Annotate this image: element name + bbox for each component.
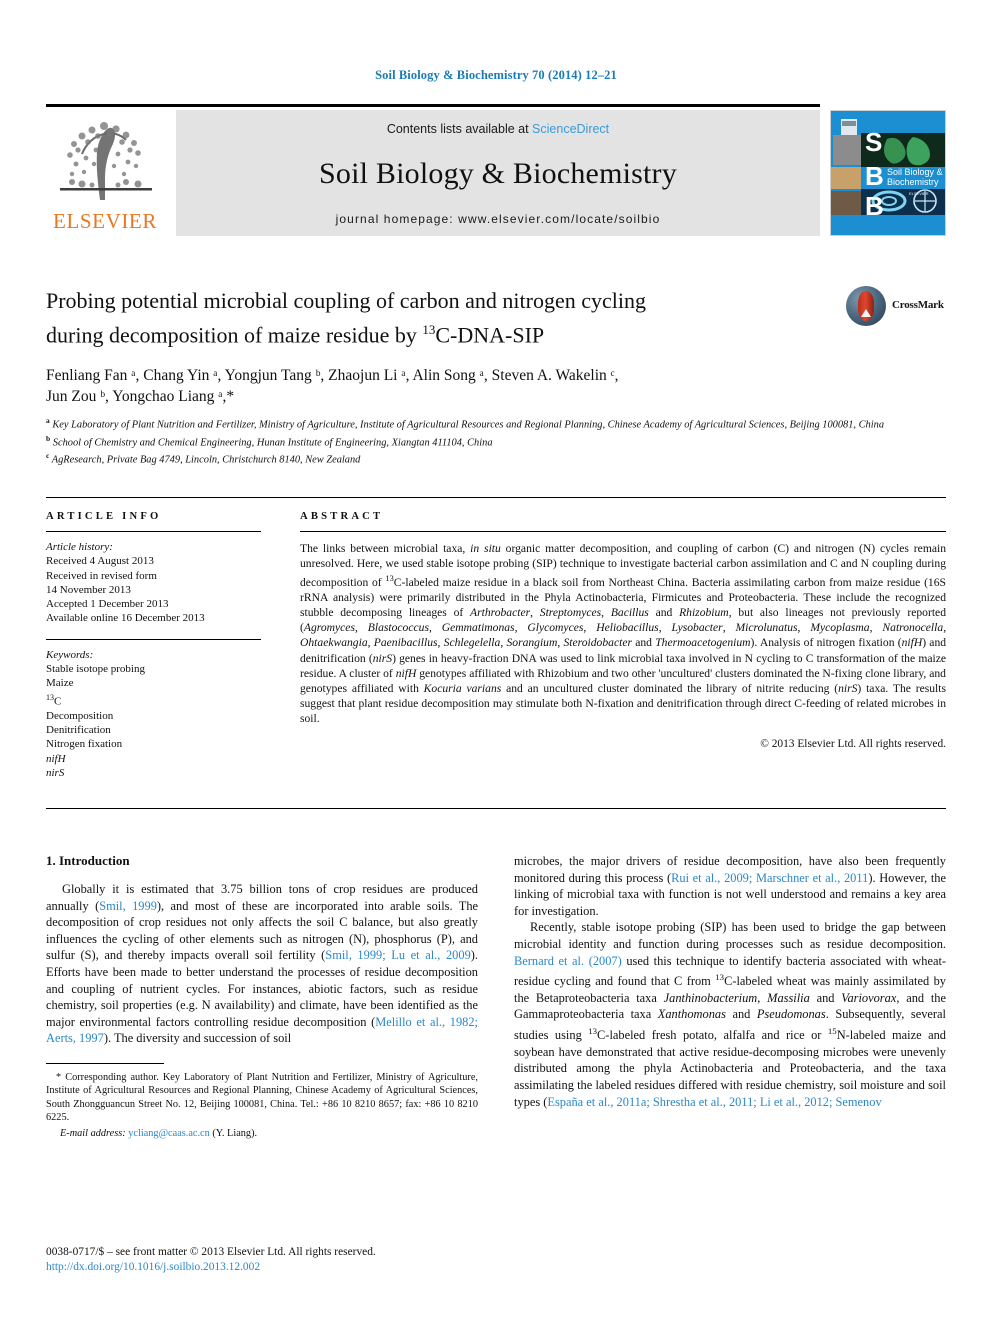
keyword-item: nifH xyxy=(46,752,66,765)
elsevier-logo: ELSEVIER xyxy=(46,110,164,236)
frame-bottom-rule xyxy=(46,808,946,809)
history-item: Received in revised form xyxy=(46,569,157,582)
svg-text:ELSEVIER: ELSEVIER xyxy=(909,191,929,196)
corresponding-author-footnote: * Corresponding author. Key Laboratory o… xyxy=(46,1071,478,1140)
title-line-2-post: C-DNA-SIP xyxy=(435,322,545,348)
abstract-heading: ABSTRACT xyxy=(300,511,384,522)
abstract-text: The links between microbial taxa, in sit… xyxy=(300,542,947,725)
keyword-item: Decomposition xyxy=(46,709,114,722)
citation-link[interactable]: Rui et al., 2009; Marschner et al., 2011 xyxy=(671,871,868,885)
svg-text:B: B xyxy=(865,161,884,191)
section-heading-introduction: 1. Introduction xyxy=(46,853,130,868)
keyword-item: Denitrification xyxy=(46,723,111,736)
author-line-1: Fenliang Fan ᵃ, Chang Yin ᵃ, Yongjun Tan… xyxy=(46,367,619,385)
history-item: 14 November 2013 xyxy=(46,583,131,596)
journal-cover-thumbnail: S B B Soil Biology & Biochemistry ELSEVI… xyxy=(830,110,946,236)
crossmark-badge-group[interactable]: CrossMark xyxy=(846,286,946,328)
affiliation-b-text: School of Chemistry and Chemical Enginee… xyxy=(52,437,493,449)
title-line-1: Probing potential microbial coupling of … xyxy=(46,288,646,313)
journal-homepage[interactable]: journal homepage: www.elsevier.com/locat… xyxy=(336,212,661,226)
svg-text:B: B xyxy=(865,191,884,221)
keyword-item: Maize xyxy=(46,677,74,690)
running-head: Soil Biology & Biochemistry 70 (2014) 12… xyxy=(375,68,617,82)
email-label: E-mail address: xyxy=(60,1127,126,1139)
journal-masthead: ELSEVIER Contents lists available at Sci… xyxy=(46,104,946,236)
intro-paragraph-2: Recently, stable isotope probing (SIP) h… xyxy=(514,920,947,1109)
keyword-sup-13: 13 xyxy=(46,692,54,702)
issn-front-matter: 0038-0717/$ – see front matter © 2013 El… xyxy=(46,1246,376,1258)
imprint-block: 0038-0717/$ – see front matter © 2013 El… xyxy=(46,1245,546,1275)
elsevier-tree-icon xyxy=(52,114,158,206)
article-info-heading: ARTICLE INFO xyxy=(46,511,162,522)
contents-prefix: Contents lists available at xyxy=(386,122,533,136)
affiliation-a: a Key Laboratory of Plant Nutrition and … xyxy=(46,414,946,432)
article-history-label: Article history: xyxy=(46,541,113,553)
title-line-2-pre: during decomposition of maize residue by xyxy=(46,322,423,348)
keyword-item: Stable isotope probing xyxy=(46,663,145,676)
sciencedirect-link[interactable]: ScienceDirect xyxy=(532,122,609,136)
abstract-rule xyxy=(300,531,946,532)
author-list: Fenliang Fan ᵃ, Chang Yin ᵃ, Yongjun Tan… xyxy=(46,365,846,407)
article-info-column: ARTICLE INFO Article history: Received 4… xyxy=(46,511,261,780)
keywords-rule xyxy=(46,638,261,640)
intro-paragraph-1: Globally it is estimated that 3.75 billi… xyxy=(46,882,479,1046)
body-column-left: 1. Introduction Globally it is estimated… xyxy=(46,853,478,1140)
title-block: Probing potential microbial coupling of … xyxy=(46,286,946,407)
body-columns: 1. Introduction Globally it is estimated… xyxy=(46,853,946,1253)
intro-paragraph-1-continued: microbes, the major drivers of residue d… xyxy=(514,854,947,918)
article-info-rule xyxy=(46,531,261,532)
article-first-page: Soil Biology & Biochemistry 70 (2014) 12… xyxy=(0,0,992,1323)
footnote-rule xyxy=(46,1062,164,1064)
email-line: E-mail address: ycliang@caas.ac.cn (Y. L… xyxy=(46,1127,478,1140)
citation-link[interactable]: Smil, 1999; Lu et al., 2009 xyxy=(325,948,470,962)
affiliation-c-text: AgResearch, Private Bag 4749, Lincoln, C… xyxy=(51,454,361,466)
abstract-copyright: © 2013 Elsevier Ltd. All rights reserved… xyxy=(760,737,946,750)
svg-text:S: S xyxy=(865,127,882,157)
journal-title: Soil Biology & Biochemistry xyxy=(319,157,677,190)
frame-top-rule xyxy=(46,497,946,498)
affiliation-a-text: Key Laboratory of Plant Nutrition and Fe… xyxy=(52,419,885,431)
affiliation-marker-a: a xyxy=(46,416,50,425)
history-item: Received 4 August 2013 xyxy=(46,555,154,568)
svg-text:Soil Biology &: Soil Biology & xyxy=(887,167,943,177)
contents-available-line: Contents lists available at ScienceDirec… xyxy=(387,122,609,136)
intro-left-tail: The diversity and succession of soil xyxy=(113,1031,292,1046)
elsevier-tree-svg xyxy=(60,122,152,200)
crossmark-label: CrossMark xyxy=(892,299,944,311)
keyword-list: Keywords: Stable isotope probing Maize 1… xyxy=(46,648,261,780)
article-history: Article history: Received 4 August 2013 … xyxy=(46,540,261,626)
abstract-column: ABSTRACT The links between microbial tax… xyxy=(300,511,946,750)
crossmark-triangle-icon xyxy=(861,309,871,317)
citation-link[interactable]: Smil, 1999 xyxy=(99,899,157,913)
title-superscript-13: 13 xyxy=(422,322,436,337)
keywords-label: Keywords: xyxy=(46,648,94,661)
keyword-item-isotope: 13C xyxy=(46,692,62,708)
history-item: Available online 16 December 2013 xyxy=(46,612,205,625)
author-line-2: Jun Zou ᵇ, Yongchao Liang ᵃ,* xyxy=(46,388,235,406)
crossmark-icon xyxy=(846,286,886,326)
affiliation-c: c AgResearch, Private Bag 4749, Lincoln,… xyxy=(46,449,946,467)
affiliation-marker-c: c xyxy=(46,451,50,461)
journal-cover-art: S B B Soil Biology & Biochemistry ELSEVI… xyxy=(831,111,945,235)
affiliation-marker-b: b xyxy=(46,433,51,443)
page-title: Probing potential microbial coupling of … xyxy=(46,286,826,349)
citation-link-visible[interactable]: España et al., 2011a; Shrestha et al., 2… xyxy=(547,1095,881,1109)
affiliation-b: b School of Chemistry and Chemical Engin… xyxy=(46,432,946,450)
elsevier-wordmark: ELSEVIER xyxy=(53,209,157,233)
history-item: Accepted 1 December 2013 xyxy=(46,598,169,611)
email-link[interactable]: ycliang@caas.ac.cn xyxy=(128,1128,210,1139)
body-column-right: microbes, the major drivers of residue d… xyxy=(514,853,946,1110)
keyword-item: Nitrogen fixation xyxy=(46,738,123,751)
masthead-top-rule xyxy=(46,104,820,107)
citation-link[interactable]: Bernard et al. (2007) xyxy=(514,954,622,968)
keyword-item: nirS xyxy=(46,766,65,779)
doi-link[interactable]: http://dx.doi.org/10.1016/j.soilbio.2013… xyxy=(46,1260,546,1275)
affiliation-list: a Key Laboratory of Plant Nutrition and … xyxy=(46,414,946,467)
journal-band: Contents lists available at ScienceDirec… xyxy=(176,110,820,236)
svg-text:Biochemistry: Biochemistry xyxy=(887,177,939,187)
corresponding-author-text: * Corresponding author. Key Laboratory o… xyxy=(46,1071,478,1124)
email-suffix: (Y. Liang). xyxy=(212,1127,258,1139)
